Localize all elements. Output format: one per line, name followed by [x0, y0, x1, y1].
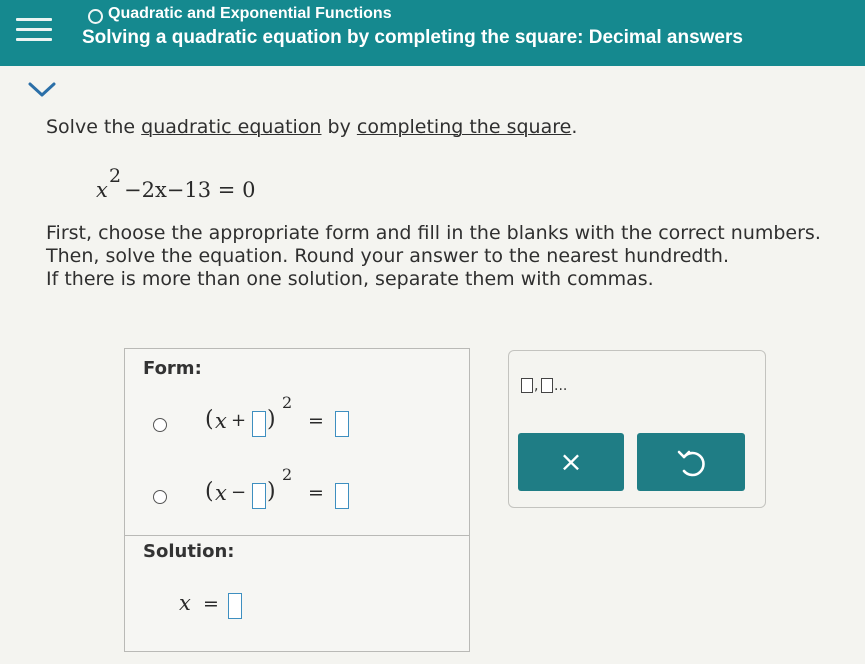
form-plus-radio[interactable]	[153, 418, 167, 432]
form-minus-result-input[interactable]	[335, 483, 349, 509]
prompt-end: .	[571, 116, 578, 138]
equation-rest: −2x−13 = 0	[124, 178, 256, 202]
menu-icon[interactable]	[16, 12, 52, 46]
answer-toolbox: , ... ×	[508, 350, 766, 508]
form-minus-radio[interactable]	[153, 490, 167, 504]
pair-ellipsis: ...	[554, 378, 568, 394]
panel-divider	[125, 535, 469, 536]
instruction-line: Then, solve the equation. Round your ans…	[46, 245, 729, 267]
problem-equation: x 2 −2x−13 = 0	[96, 165, 296, 210]
solution-variable: x	[179, 591, 191, 615]
equation-exponent: 2	[109, 165, 122, 187]
prompt-mid: by	[321, 116, 357, 138]
form-plus-result-input[interactable]	[335, 411, 349, 437]
solution-equals: =	[203, 593, 219, 615]
form-plus-number-input[interactable]	[252, 411, 266, 437]
pair-box-icon	[521, 378, 533, 393]
quadratic-equation-link[interactable]: quadratic equation	[141, 116, 321, 138]
form-label: Form:	[143, 358, 202, 379]
solution-label: Solution:	[143, 541, 235, 562]
form-plus-exponent: 2	[282, 393, 293, 412]
form-minus-variable: x	[215, 481, 227, 505]
form-plus-variable: x	[215, 409, 227, 433]
form-minus-number-input[interactable]	[252, 483, 266, 509]
form-plus-operator: +	[231, 410, 247, 431]
topic-status-icon	[88, 9, 103, 24]
clear-button[interactable]: ×	[518, 433, 624, 491]
pair-comma: ,	[534, 378, 539, 394]
form-plus-equals: =	[308, 410, 324, 432]
equation-variable: x	[96, 178, 108, 202]
form-plus-close-paren: )	[267, 407, 276, 432]
form-plus-open-paren: (	[205, 407, 214, 432]
form-minus-exponent: 2	[282, 465, 293, 484]
answer-panel: Form: ( x + ) 2 = ( x − ) 2 = Solution: …	[124, 348, 470, 652]
form-minus-equals: =	[308, 482, 324, 504]
problem-prompt: Solve the quadratic equation by completi…	[46, 116, 577, 138]
solution-input[interactable]	[228, 593, 242, 619]
lesson-title: Solving a quadratic equation by completi…	[82, 27, 743, 48]
form-minus-open-paren: (	[205, 479, 214, 504]
multiple-answers-button[interactable]: , ...	[521, 376, 581, 396]
topic-title: Quadratic and Exponential Functions	[108, 5, 392, 22]
undo-icon	[677, 450, 705, 477]
form-minus-close-paren: )	[267, 479, 276, 504]
instructions: First, choose the appropriate form and f…	[46, 222, 856, 291]
chevron-down-icon[interactable]	[24, 80, 60, 100]
completing-square-link[interactable]: completing the square	[357, 116, 571, 138]
pair-box-icon	[541, 378, 553, 393]
prompt-start: Solve the	[46, 116, 142, 138]
header-bar: Quadratic and Exponential Functions Solv…	[0, 0, 865, 66]
instruction-line: If there is more than one solution, sepa…	[46, 268, 654, 290]
instruction-line: First, choose the appropriate form and f…	[46, 222, 821, 244]
undo-button[interactable]	[637, 433, 745, 491]
form-minus-operator: −	[231, 482, 247, 503]
